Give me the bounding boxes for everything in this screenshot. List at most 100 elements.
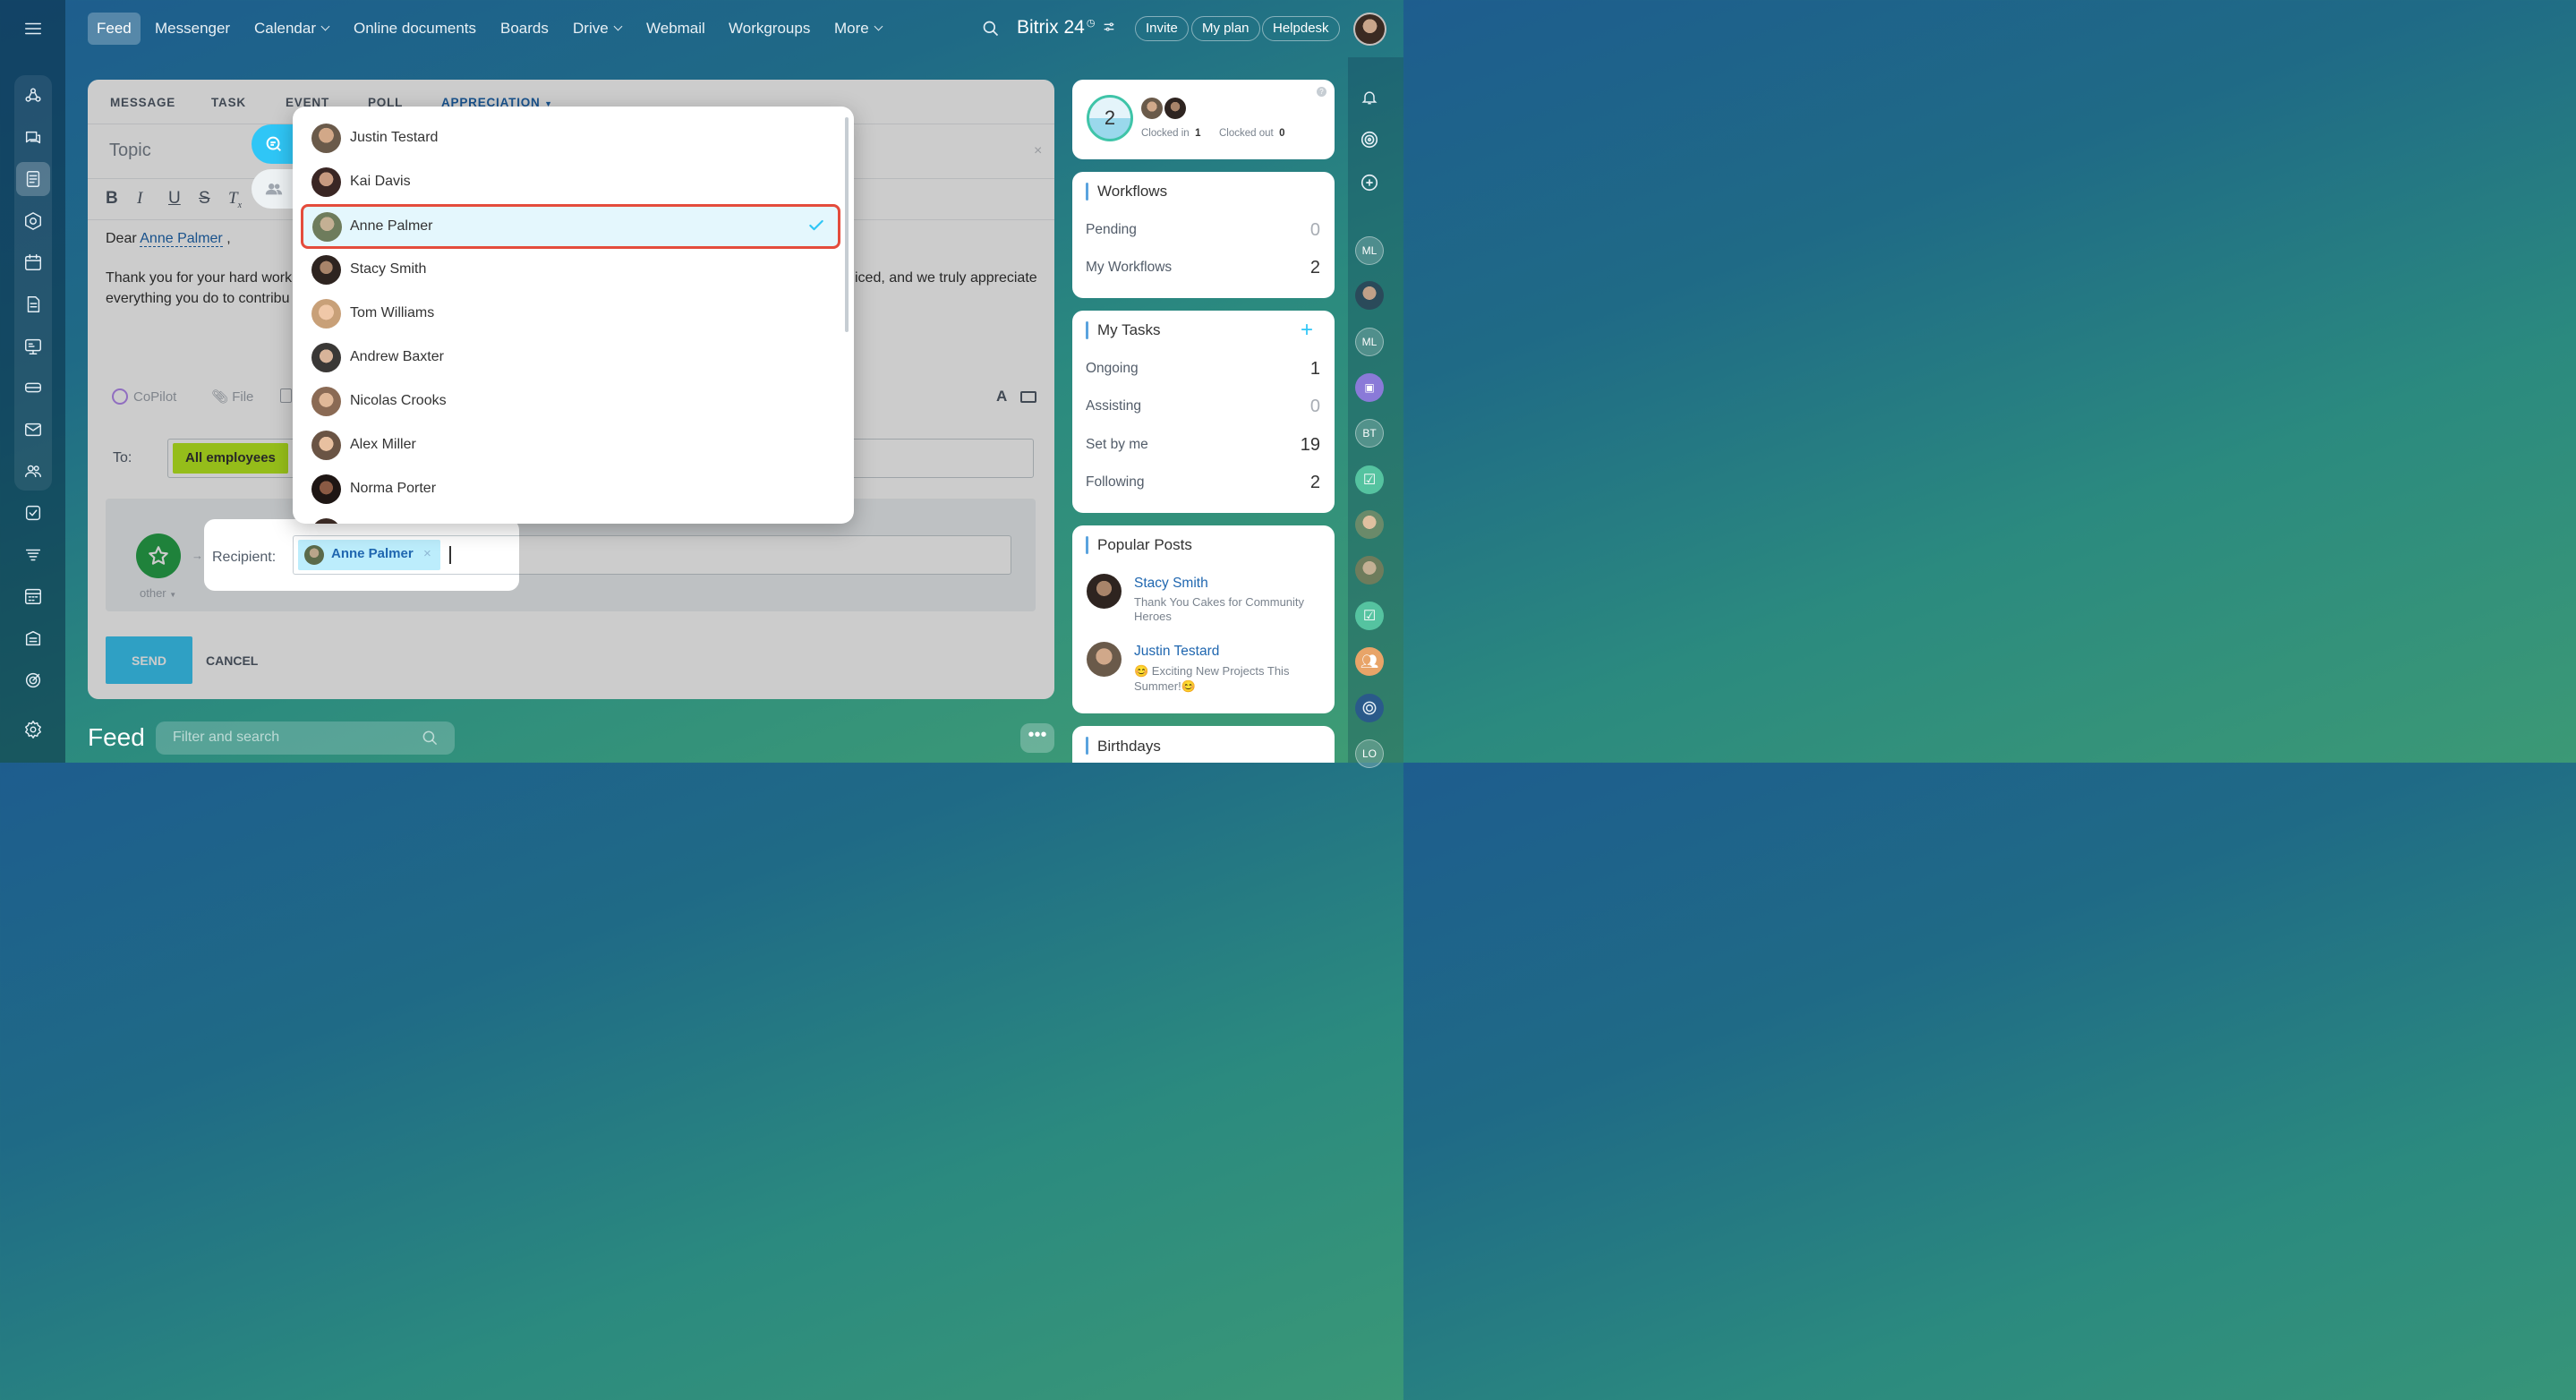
settings-icon[interactable]	[16, 713, 50, 747]
avatar[interactable]	[1087, 642, 1122, 677]
tasks-chat-icon[interactable]: ☑	[1355, 465, 1384, 494]
nav-feed[interactable]: Feed	[88, 13, 141, 45]
nav-calendar[interactable]: Calendar	[245, 13, 337, 45]
feed-search-input[interactable]: Filter and search	[156, 721, 455, 755]
dropdown-item-name: Alex Miller	[350, 437, 416, 452]
dropdown-item-name: Justin Testard	[350, 130, 439, 145]
dropdown-item[interactable]: Tom Williams	[293, 292, 839, 336]
chat-search-icon[interactable]	[252, 124, 296, 164]
recipient-chip[interactable]: Anne Palmer ×	[298, 540, 440, 570]
collab-icon[interactable]	[16, 204, 50, 238]
target-icon[interactable]	[1355, 125, 1384, 154]
menu-icon[interactable]	[16, 12, 50, 46]
my-plan-label: My plan	[1202, 21, 1250, 36]
group-chat-icon[interactable]: ▣	[1355, 373, 1384, 402]
dropdown-item-name: Tom Williams	[350, 305, 435, 320]
dropdown-item[interactable]: Justin Testard	[293, 116, 839, 160]
workflow-row-label[interactable]: Pending	[1086, 222, 1137, 238]
nav-workgroups[interactable]: Workgroups	[720, 13, 819, 45]
dropdown-item[interactable]: Nicolas Crooks	[293, 380, 839, 423]
schedule-icon[interactable]	[16, 579, 50, 613]
group-icon[interactable]: 👥︎	[1355, 647, 1384, 676]
widget-title[interactable]: My Tasks	[1097, 321, 1161, 339]
goals-icon[interactable]	[16, 663, 50, 697]
nav-drive[interactable]: Drive	[564, 13, 630, 45]
dropdown-item[interactable]: Kai Davis	[293, 160, 839, 204]
filter-icon[interactable]	[16, 538, 50, 572]
avatar[interactable]	[1141, 98, 1163, 119]
add-task-icon[interactable]: +	[1301, 318, 1313, 343]
widget-title[interactable]: Birthdays	[1097, 738, 1161, 755]
task-row-label[interactable]: Set by me	[1086, 437, 1148, 453]
search-icon[interactable]	[980, 18, 1002, 39]
avatar[interactable]	[1087, 574, 1122, 609]
user-avatar[interactable]	[1353, 13, 1386, 46]
nav-boards[interactable]: Boards	[491, 13, 558, 45]
nav-more[interactable]: More	[825, 13, 891, 45]
more-options-icon[interactable]: •••	[1020, 723, 1054, 753]
task-row-label[interactable]: Assisting	[1086, 398, 1141, 414]
dropdown-item[interactable]: Stacy Smith	[293, 248, 839, 292]
dropdown-item[interactable]: Norma Porter	[293, 467, 839, 511]
post-title[interactable]: Thank You Cakes for Community Heroes	[1134, 595, 1326, 624]
post-author[interactable]: Justin Testard	[1134, 644, 1219, 660]
post-title[interactable]: 😊 Exciting New Projects This Summer!😊	[1134, 663, 1326, 694]
dropdown-scrollbar[interactable]	[845, 117, 849, 332]
dropdown-item-selected[interactable]: Anne Palmer	[301, 204, 840, 249]
avatar[interactable]	[1164, 98, 1186, 119]
helpdesk-button[interactable]: Helpdesk	[1262, 16, 1340, 41]
target-chat-icon[interactable]	[1355, 694, 1384, 722]
help-icon[interactable]: ?	[1317, 87, 1326, 97]
users-icon[interactable]	[252, 169, 296, 209]
chat-icon[interactable]	[16, 121, 50, 155]
contact-avatar[interactable]	[1355, 510, 1384, 539]
chat-bubble-icon[interactable]	[1355, 168, 1384, 197]
drive-icon[interactable]	[16, 371, 50, 405]
nav-label: Webmail	[646, 20, 705, 37]
contact-avatar[interactable]: BT	[1355, 419, 1384, 448]
helpdesk-label: Helpdesk	[1273, 21, 1329, 36]
dropdown-item[interactable]: Andrew Baxter	[293, 336, 839, 380]
tasks-chat-icon[interactable]: ☑	[1355, 602, 1384, 630]
timeman-widget: 2 Clocked in 1 Clocked out 0 ?	[1072, 80, 1335, 159]
nav-messenger[interactable]: Messenger	[146, 13, 239, 45]
contact-avatar[interactable]: LO	[1355, 739, 1384, 768]
contact-avatar[interactable]	[1355, 281, 1384, 310]
workflow-row-label[interactable]: My Workflows	[1086, 260, 1172, 276]
invite-button[interactable]: Invite	[1135, 16, 1189, 41]
contact-avatar[interactable]: ML	[1355, 236, 1384, 265]
task-row-label[interactable]: Ongoing	[1086, 361, 1139, 377]
feed-icon[interactable]	[16, 162, 50, 196]
crm-icon[interactable]	[16, 79, 50, 113]
my-plan-button[interactable]: My plan	[1191, 16, 1260, 41]
theme-settings-icon[interactable]	[1102, 20, 1116, 38]
timeman-count[interactable]: 2	[1087, 95, 1133, 141]
workflows-widget: Workflows Pending 0 My Workflows 2	[1072, 172, 1335, 298]
dropdown-item[interactable]	[293, 511, 839, 524]
dropdown-item[interactable]: Alex Miller	[293, 423, 839, 467]
documents-icon[interactable]	[16, 287, 50, 321]
task-row-value: 19	[1300, 435, 1320, 455]
brand-logo[interactable]: Bitrix 24 ◷	[1017, 17, 1095, 38]
nav-online-documents[interactable]: Online documents	[345, 13, 485, 45]
avatar	[311, 124, 341, 153]
dropdown-item-name: Kai Davis	[350, 174, 411, 189]
store-icon[interactable]	[16, 621, 50, 655]
task-row-label[interactable]: Following	[1086, 474, 1144, 491]
nav-webmail[interactable]: Webmail	[637, 13, 714, 45]
mail-icon[interactable]	[16, 413, 50, 447]
remove-chip-icon[interactable]: ×	[423, 546, 431, 561]
tasks-icon[interactable]	[16, 496, 50, 530]
calendar-icon[interactable]	[16, 245, 50, 279]
widget-title[interactable]: Workflows	[1097, 183, 1167, 201]
post-author[interactable]: Stacy Smith	[1134, 576, 1208, 592]
contact-avatar[interactable]: ML	[1355, 328, 1384, 356]
contact-avatar[interactable]	[1355, 556, 1384, 585]
workflow-row-value: 0	[1309, 220, 1320, 240]
bell-icon[interactable]	[1355, 83, 1384, 112]
workgroups-icon[interactable]	[16, 454, 50, 488]
avatar	[312, 212, 342, 242]
avatar	[311, 299, 341, 329]
boards-icon[interactable]	[16, 329, 50, 363]
feed-title: Feed	[88, 723, 145, 751]
